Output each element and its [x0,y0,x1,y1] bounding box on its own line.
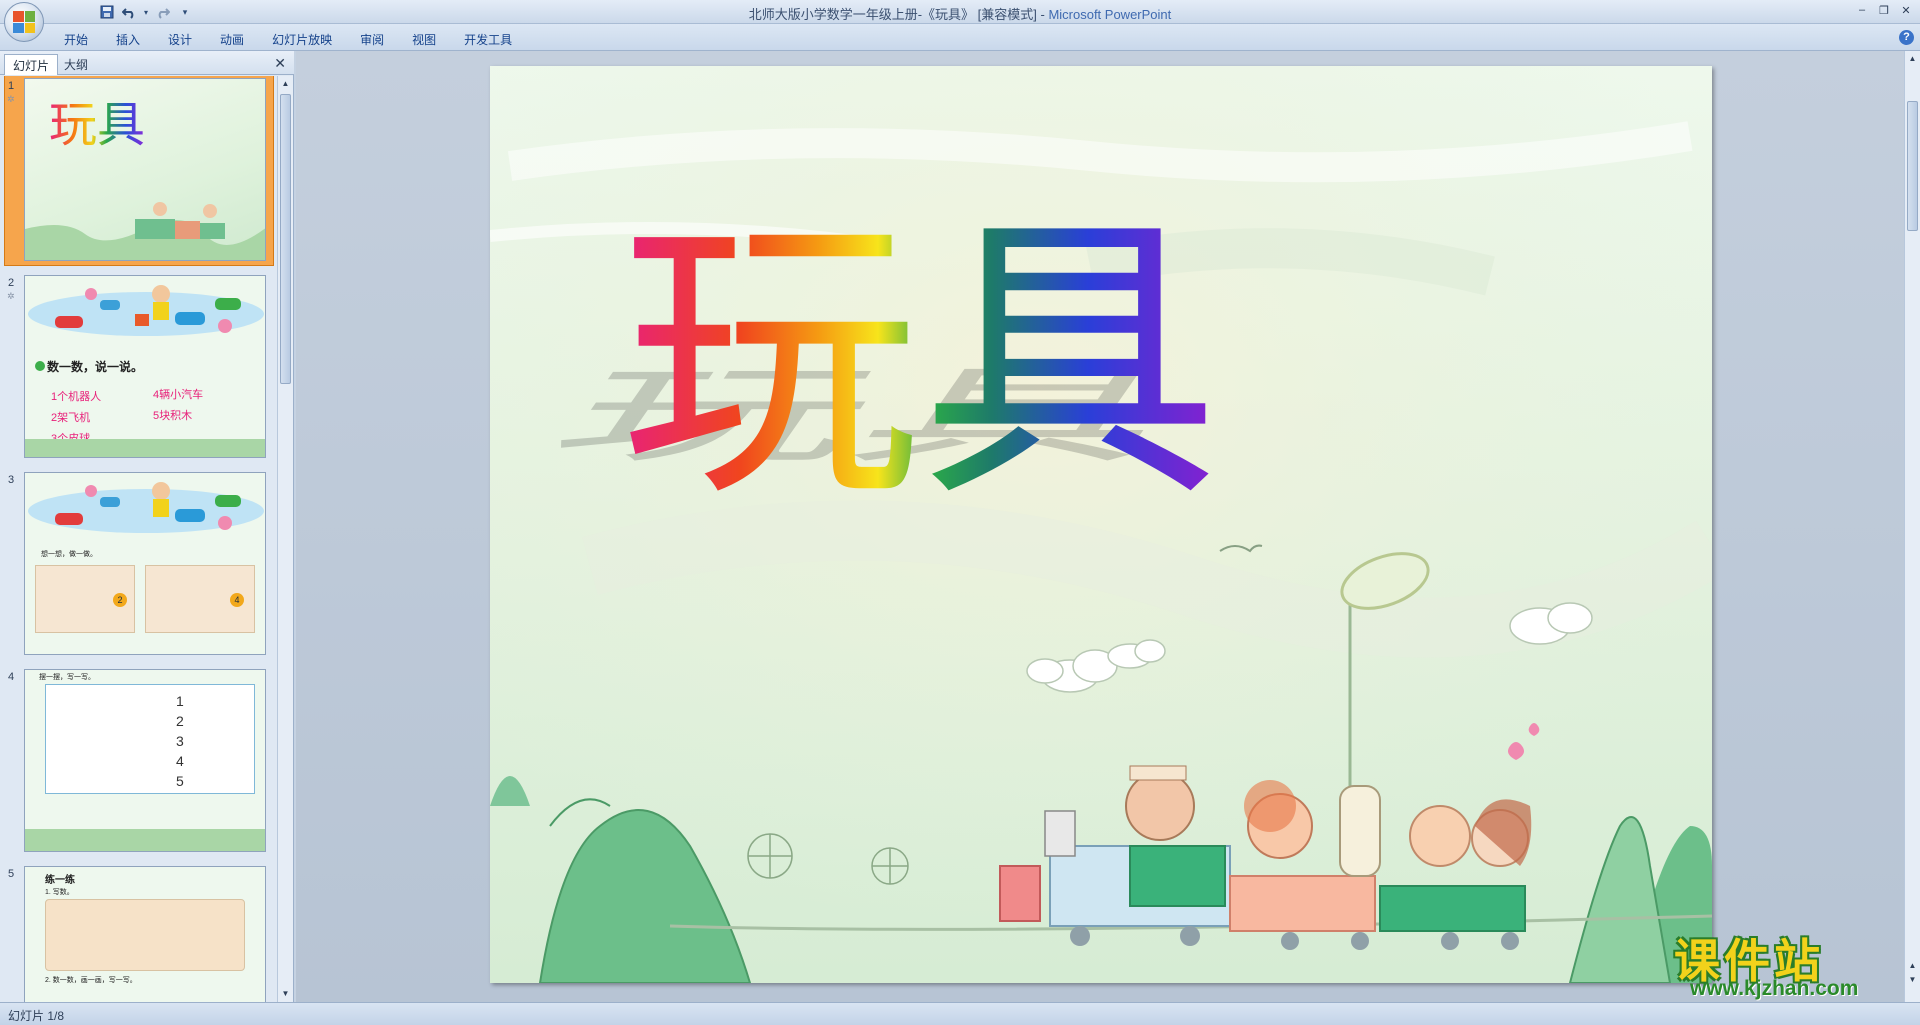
tab-outline[interactable]: 大纲 [56,54,96,75]
thumb-decoration [25,829,265,851]
list-item: 1个机器人 [51,391,102,403]
window-controls: – ❐ ✕ [1852,2,1916,18]
ribbon-tabs: 开始 插入 设计 动画 幻灯片放映 审阅 视图 开发工具 [50,28,526,51]
status-bar: 幻灯片 1/8 [0,1002,1920,1025]
slide-number: 1 [8,80,15,92]
thumbnail-image: 想一想，做一做。 2 4 [24,472,266,655]
list-item: 5块积木 [153,410,193,422]
writing-grid: 1 2 3 4 5 [45,684,255,794]
watermark-url: www.kjzhan.com [1690,977,1859,1000]
tab-insert[interactable]: 插入 [102,28,154,51]
thumbnail-image: 玩具 [24,78,266,261]
thumbnail-image: 练一练 1. 写数。 2. 数一数，画一画，写一写。 [24,866,266,1002]
slide-editor: 玩具 玩具 [296,51,1904,1002]
exercise-line: 1. 写数。 [45,889,74,896]
digit: 5 [176,773,184,789]
title-bar: ▾ ▾ 北师大版小学数学一年级上册-《玩具》 [兼容模式] - Microsof… [0,0,1920,24]
title-char-1: 玩 [620,188,920,537]
digit: 3 [176,733,184,749]
animation-icon: ✲ [7,94,15,104]
slide-title[interactable]: 玩具 [620,188,1220,537]
bullet-icon [35,361,45,371]
slide-counter: 幻灯片 1/8 [8,1009,65,1023]
tab-home[interactable]: 开始 [50,28,102,51]
tab-design[interactable]: 设计 [154,28,206,51]
thumb-heading: 摆一摆，写一写。 [39,674,95,681]
tab-review[interactable]: 审阅 [346,28,398,51]
exercise-line: 2. 数一数，画一画，写一写。 [45,977,137,984]
scroll-up-icon[interactable]: ▲ [280,78,291,90]
tab-view[interactable]: 视图 [398,28,450,51]
panel-tabs: 幻灯片 大纲 ✕ [0,51,294,75]
thumb-title: 玩具 [49,97,145,153]
list-item: 2架飞机 [51,412,91,424]
slide-canvas[interactable]: 玩具 玩具 [490,66,1712,983]
title-char-2: 具 [920,188,1220,537]
thumbnail-1[interactable]: 1 ✲ 玩具 [0,76,278,273]
digit: 1 [176,693,184,709]
slide-number: 4 [8,671,15,683]
answer-badge: 4 [230,593,244,607]
tab-developer[interactable]: 开发工具 [450,28,526,51]
digit: 2 [176,713,184,729]
scroll-down-icon[interactable]: ▼ [280,988,291,1000]
close-icon[interactable]: ✕ [274,55,286,72]
thumbnail-image: 摆一摆，写一写。 1 2 3 4 5 [24,669,266,852]
restore-button[interactable]: ❐ [1874,2,1894,18]
slide-number: 5 [8,868,15,880]
digit: 4 [176,753,184,769]
thumb-heading: 练一练 [45,875,75,886]
tab-slideshow[interactable]: 幻灯片放映 [258,28,346,51]
thumbnail-2[interactable]: 2 ✲ 数一数，说一说。 1个机器人 4辆小汽车 2架飞机 5块积木 3个皮球 [0,273,278,470]
tab-slides[interactable]: 幻灯片 [4,54,59,75]
thumb-decoration [25,439,265,457]
app-name: Microsoft PowerPoint [1048,7,1172,22]
thumbnail-5[interactable]: 5 练一练 1. 写数。 2. 数一数，画一画，写一写。 [0,864,278,1002]
watermark-logo: 课件站 www.kjzhan.com [1664,925,1920,1003]
office-button[interactable] [4,2,44,42]
office-logo-icon [13,11,35,33]
thumbnail-image: 数一数，说一说。 1个机器人 4辆小汽车 2架飞机 5块积木 3个皮球 [24,275,266,458]
close-button[interactable]: ✕ [1896,2,1916,18]
answer-badge: 2 [113,593,127,607]
thumbnail-3[interactable]: 3 想一想，做一做。 2 4 [0,470,278,667]
ribbon: 开始 插入 设计 动画 幻灯片放映 审阅 视图 开发工具 ? [0,24,1920,51]
animation-icon: ✲ [7,291,15,301]
tab-animations[interactable]: 动画 [206,28,258,51]
thumbnail-list: 1 ✲ 玩具 2 ✲ 数一数，说一说。 1个机器人 4辆小汽车 2架飞机 5块积… [0,76,278,1002]
scrollbar-thumb[interactable] [280,94,291,384]
editor-scrollbar[interactable]: ▲ ▲ ▼ [1904,51,1920,1002]
slide-number: 2 [8,277,15,289]
scroll-up-icon[interactable]: ▲ [1907,53,1918,65]
slide-number: 3 [8,474,15,486]
slides-panel: 幻灯片 大纲 ✕ 1 ✲ 玩具 2 ✲ 数一数，说一说。 1个机器人 4辆小汽车… [0,51,294,1002]
help-icon[interactable]: ? [1899,30,1914,45]
window-title: 北师大版小学数学一年级上册-《玩具》 [兼容模式] - Microsoft Po… [0,4,1920,23]
list-item: 4辆小汽车 [153,389,204,401]
thumbnail-4[interactable]: 4 摆一摆，写一写。 1 2 3 4 5 [0,667,278,864]
panel-scrollbar[interactable]: ▲ ▼ [277,76,293,1002]
minimize-button[interactable]: – [1852,2,1872,18]
thumb-heading: 数一数，说一说。 [47,360,144,374]
scrollbar-thumb[interactable] [1907,101,1918,231]
thumb-heading: 想一想，做一做。 [41,551,97,558]
document-title: 北师大版小学数学一年级上册-《玩具》 [兼容模式] - [748,7,1049,22]
exercise-card [45,899,245,971]
